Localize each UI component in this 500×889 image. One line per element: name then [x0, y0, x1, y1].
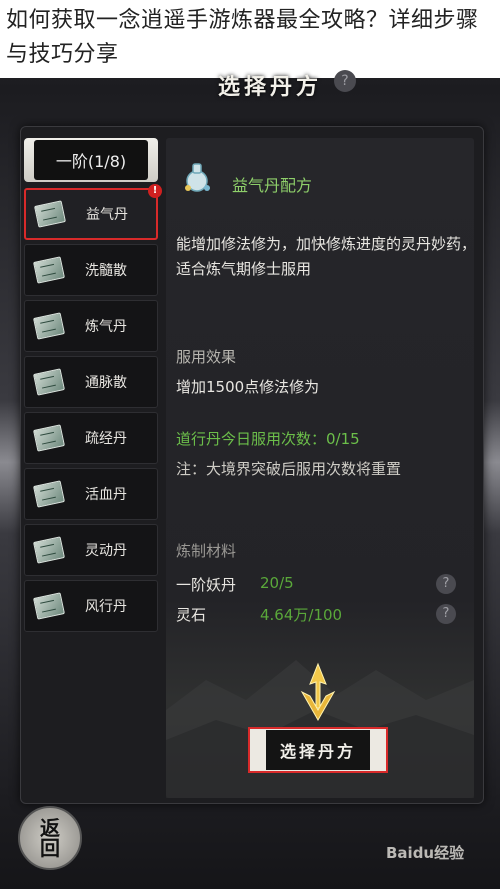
recipe-item-label: 风行丹: [85, 599, 127, 615]
recipe-item-fengxingdan[interactable]: 风行丹: [24, 580, 158, 632]
pill-gourd-icon: [185, 163, 210, 192]
recipe-item-label: 洗髓散: [85, 263, 127, 279]
recipe-scroll-icon: [33, 312, 65, 340]
recipe-scroll-icon: [34, 200, 66, 228]
choose-recipe-button[interactable]: 选择丹方: [248, 727, 388, 773]
material-name: 灵石: [176, 606, 207, 624]
recipe-item-huoxuedan[interactable]: 活血丹: [24, 468, 158, 520]
effect-value: 增加1500点修法修为: [176, 378, 320, 396]
page-title: 选择丹方: [217, 74, 322, 100]
recipe-item-label: 疏经丹: [85, 431, 127, 447]
recipe-list: 益气丹 ! 洗髓散 炼气丹 通脉散 疏经丹 活血丹 灵动丹 风行丹: [24, 184, 162, 636]
glowing-arrow-icon: [300, 662, 336, 722]
recipe-item-label: 通脉散: [85, 375, 127, 391]
recipe-scroll-icon: [33, 480, 65, 508]
material-row: 灵石 4.64万/100 ?: [176, 604, 466, 628]
recipe-item-lingdongdan[interactable]: 灵动丹: [24, 524, 158, 576]
recipe-scroll-icon: [33, 592, 65, 620]
material-amount: 4.64万/100: [260, 606, 343, 624]
alert-badge-icon: !: [148, 184, 162, 198]
recipe-item-label: 活血丹: [85, 487, 127, 503]
header: 选择丹方: [180, 70, 360, 100]
material-help-icon[interactable]: ?: [436, 574, 456, 594]
recipe-scroll-icon: [33, 424, 65, 452]
tier-selector[interactable]: 一阶(1/8): [24, 138, 158, 182]
effect-heading: 服用效果: [176, 348, 237, 366]
material-amount: 20/5: [260, 574, 294, 592]
materials-heading: 炼制材料: [176, 542, 237, 560]
back-label: 返回: [40, 816, 60, 860]
material-row: 一阶妖丹 20/5 ?: [176, 574, 466, 598]
daily-uses-counter: 道行丹今日服用次数：0/15: [176, 430, 360, 448]
material-name: 一阶妖丹: [176, 576, 237, 594]
watermark: Baidu经验: [386, 844, 465, 862]
recipe-title: 益气丹配方: [232, 176, 313, 195]
tier-label: 一阶(1/8): [33, 140, 149, 180]
material-help-icon[interactable]: ?: [436, 604, 456, 624]
recipe-item-label: 益气丹: [86, 207, 128, 223]
recipe-scroll-icon: [33, 368, 65, 396]
recipe-scroll-icon: [33, 256, 65, 284]
reset-note: 注：大境界突破后服用次数将重置: [176, 460, 402, 478]
recipe-item-shujingdan[interactable]: 疏经丹: [24, 412, 158, 464]
recipe-item-lianqidan[interactable]: 炼气丹: [24, 300, 158, 352]
article-caption: 如何获取一念逍遥手游炼器最全攻略？详细步骤与技巧分享: [0, 0, 500, 78]
recipe-item-label: 炼气丹: [85, 319, 127, 335]
choose-recipe-label: 选择丹方: [265, 730, 370, 770]
help-icon[interactable]: ?: [334, 70, 356, 92]
recipe-scroll-icon: [33, 536, 65, 564]
recipe-item-xisuisan[interactable]: 洗髓散: [24, 244, 158, 296]
recipe-item-label: 灵动丹: [85, 543, 127, 559]
recipe-item-tongmaisan[interactable]: 通脉散: [24, 356, 158, 408]
recipe-description: 能增加修法修为，加快修炼进度的灵丹妙药，适合炼气期修士服用: [176, 235, 477, 278]
recipe-item-yiqidan[interactable]: 益气丹 !: [24, 184, 162, 240]
back-button[interactable]: 返回: [18, 806, 82, 870]
